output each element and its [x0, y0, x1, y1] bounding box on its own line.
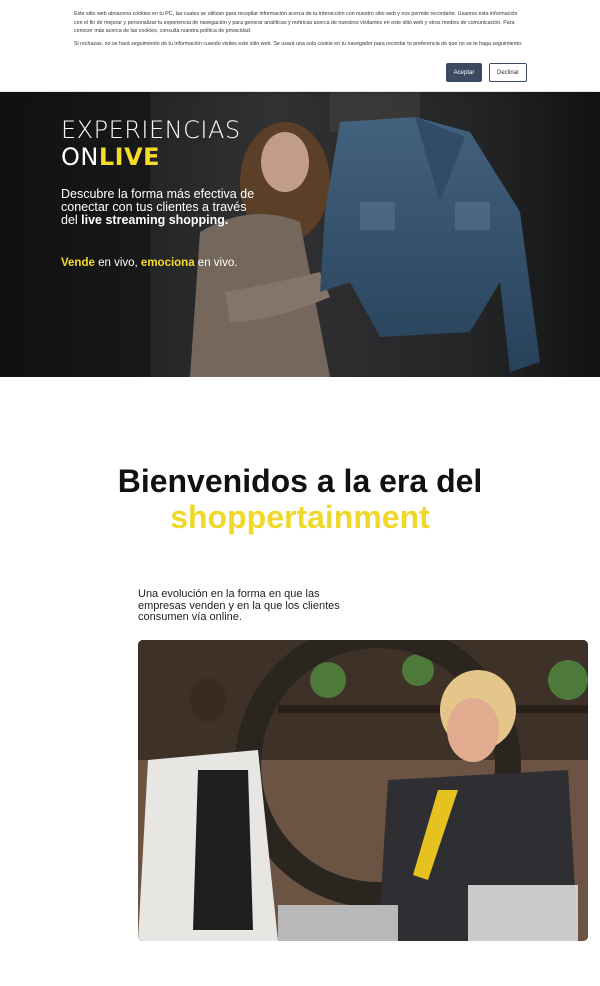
hero-title-on: ON	[61, 143, 99, 171]
hero-tag-text2: en vivo.	[194, 257, 238, 269]
cookie-banner: Este sitio web almacena cookies en tu PC…	[0, 0, 600, 92]
hero-description-bold: live streaming shopping.	[81, 213, 229, 227]
welcome-heading: Bienvenidos a la era del shoppertainment	[0, 463, 600, 535]
hero-content: EXPERIENCIAS ONLIVE Descubre la forma má…	[61, 116, 261, 269]
welcome-title: Bienvenidos a la era del	[117, 463, 483, 499]
hero-section: EXPERIENCIAS ONLIVE Descubre la forma má…	[0, 92, 600, 377]
cookie-text-secondary: Si rechazas, no se hará seguimiento de t…	[74, 40, 523, 47]
hero-tagline: Vende en vivo, emociona en vivo.	[61, 257, 261, 269]
decline-cookies-button[interactable]: Declinar	[489, 63, 527, 82]
cookie-text: Este sitio web almacena cookies en tu PC…	[74, 11, 518, 35]
welcome-accent: shoppertainment	[170, 499, 430, 535]
intro-text: Una evolución en la forma en que las emp…	[138, 588, 340, 623]
hero-title-live: LIVE	[98, 143, 161, 171]
hero-tag-emociona: emociona	[140, 257, 195, 269]
hero-description: Descubre la forma más efectiva de conect…	[61, 188, 261, 227]
hero-title-line1: EXPERIENCIAS	[61, 116, 241, 144]
hero-title-line2: ONLIVE	[61, 144, 261, 170]
accept-cookies-button[interactable]: Aceptar	[446, 63, 482, 82]
cookie-actions: Aceptar Declinar	[446, 63, 527, 82]
hero-tag-vende: Vende	[61, 257, 95, 269]
hero-tag-text1: en vivo,	[94, 257, 141, 269]
chef-image	[138, 640, 588, 941]
